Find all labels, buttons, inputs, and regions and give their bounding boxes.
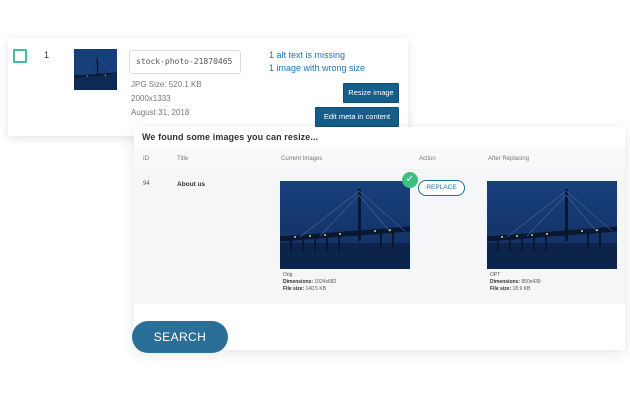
after-filesize: 18.9 KB <box>512 286 531 292</box>
image-dimensions: 2000x1333 <box>131 94 171 103</box>
resize-image-button[interactable]: Resize image <box>343 83 399 103</box>
panel-title: We found some images you can resize... <box>142 132 319 142</box>
after-filesize-key: File size: <box>490 286 512 292</box>
optimized-image[interactable] <box>487 181 617 269</box>
header-id: ID <box>143 156 149 162</box>
current-label: Orig <box>283 272 293 278</box>
current-image-info: Orig Dimensions: 1024x682 File size: 140… <box>283 272 336 293</box>
resize-results-panel: We found some images you can resize... I… <box>134 127 625 350</box>
header-title: Title <box>177 156 189 162</box>
checkbox-icon[interactable] <box>13 49 27 63</box>
current-filesize-key: File size: <box>283 286 305 292</box>
file-size: JPG Size: 520.1 KB <box>131 80 202 89</box>
header-current-images: Current Images <box>281 156 323 162</box>
header-action: Action <box>419 156 436 162</box>
current-dimensions: 1024x682 <box>314 279 337 285</box>
row-index: 1 <box>44 50 50 60</box>
after-dimensions: 850x439 <box>521 279 541 285</box>
after-dimensions-key: Dimensions: <box>490 279 521 285</box>
replace-button[interactable]: REPLACE <box>418 180 465 196</box>
row-id: 94 <box>143 181 150 187</box>
optimized-image-info: OPT Dimensions: 850x439 File size: 18.9 … <box>490 272 541 293</box>
search-button[interactable]: SEARCH <box>132 321 228 353</box>
table-header: ID Title Current Images Action After Rep… <box>134 149 625 170</box>
current-image[interactable] <box>280 181 410 269</box>
issue-wrong-size-link[interactable]: 1 image with wrong size <box>269 63 365 73</box>
check-icon: ✓ <box>402 172 418 188</box>
header-after-replacing: After Replacing <box>488 156 530 162</box>
filename-field[interactable]: stock-photo-21870465 <box>129 50 241 74</box>
current-dimensions-key: Dimensions: <box>283 279 314 285</box>
issue-alt-text-link[interactable]: 1 alt text is missing <box>269 50 345 60</box>
thumbnail-image[interactable] <box>74 49 117 90</box>
current-filesize: 140.5 KB <box>305 286 327 292</box>
after-label: OPT <box>490 272 501 278</box>
media-row-card: 1 stock-photo-21870465 JPG Size: 520.1 K… <box>8 38 408 136</box>
row-title: About us <box>177 181 206 188</box>
edit-meta-button[interactable]: Edit meta in content <box>315 107 399 127</box>
table-row: 94 About us ✓ REPLACE Orig Dimensions: 1… <box>134 170 625 304</box>
upload-date: August 31, 2018 <box>131 108 190 117</box>
